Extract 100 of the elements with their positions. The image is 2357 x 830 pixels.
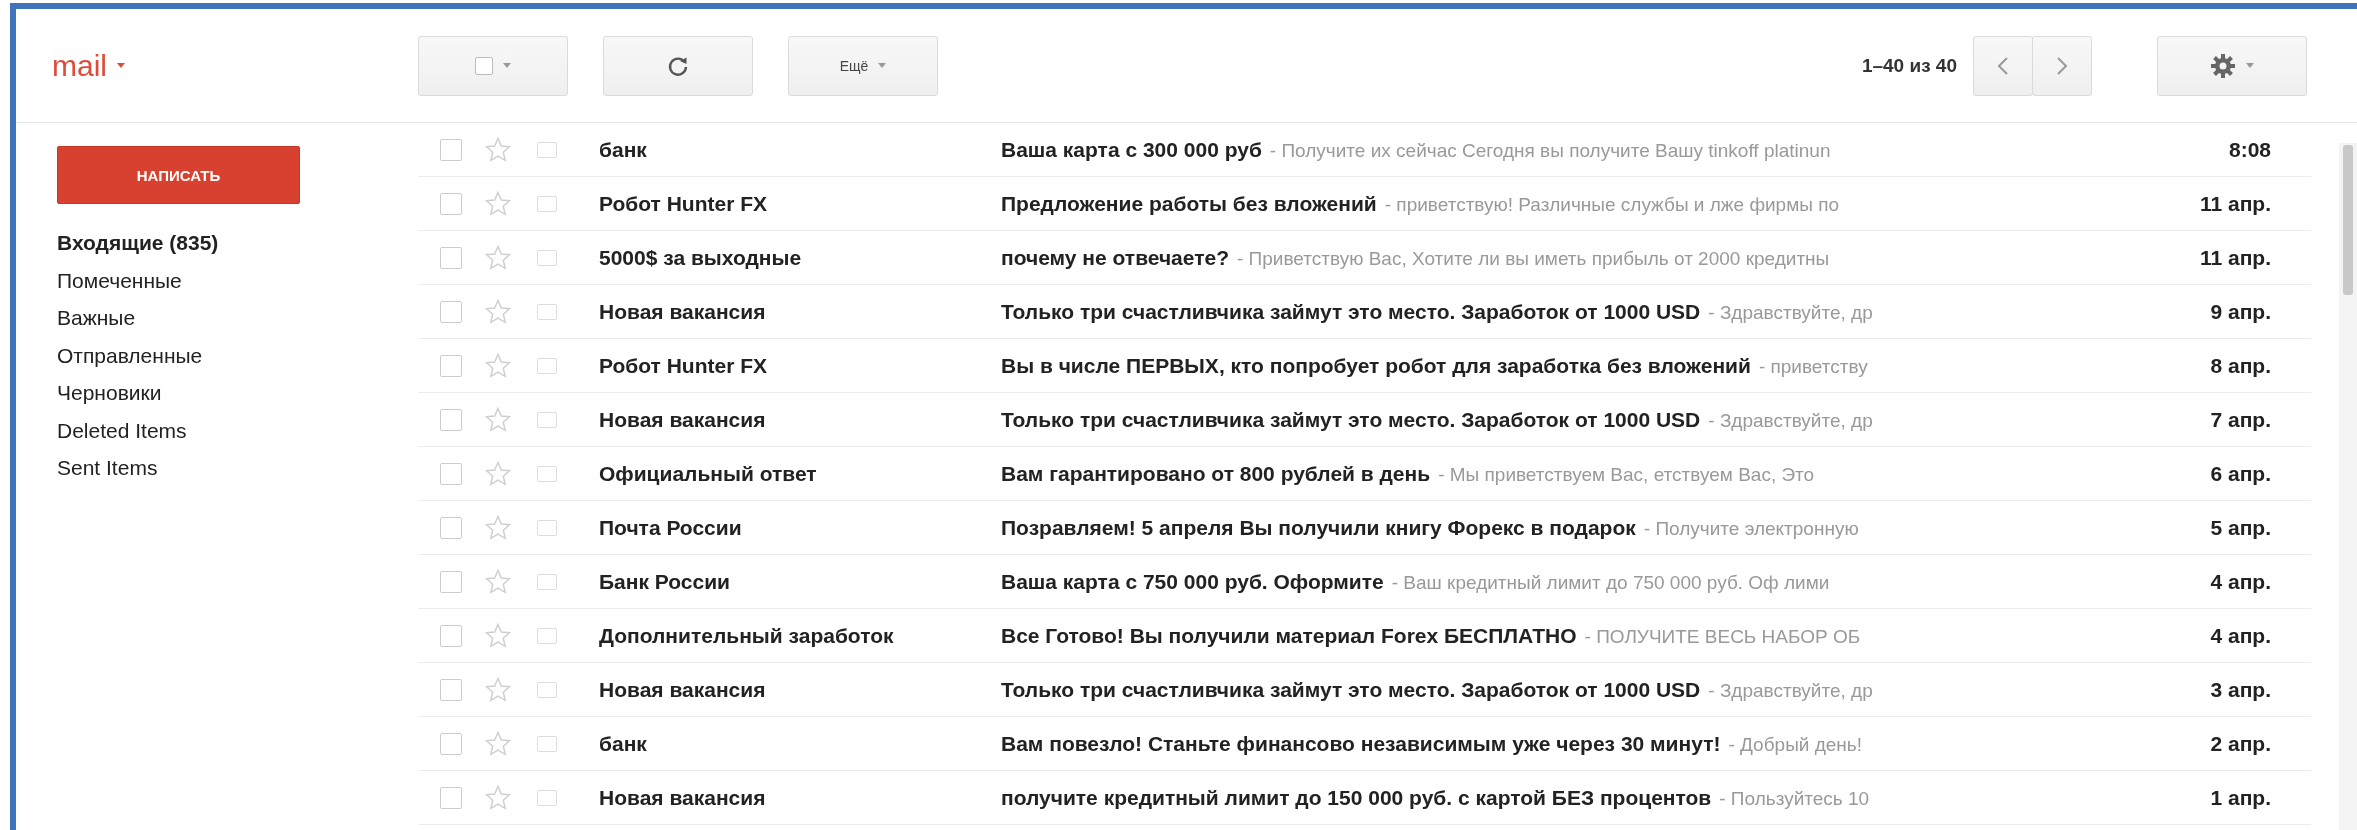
checkbox[interactable] bbox=[440, 246, 462, 269]
folder-link[interactable]: Deleted Items bbox=[57, 411, 418, 449]
folder-link[interactable]: Важные bbox=[57, 299, 418, 337]
star-icon[interactable] bbox=[485, 298, 511, 325]
star-icon[interactable] bbox=[485, 514, 511, 541]
mail-logo[interactable]: mail bbox=[52, 48, 107, 83]
snippet-text: - Пользуйтесь 10 bbox=[1719, 787, 1870, 810]
sender-text: Новая вакансия bbox=[599, 299, 767, 324]
checkbox[interactable] bbox=[440, 462, 462, 485]
snippet-text: - приветствую! Различные службы и лже фирмы по bbox=[1384, 193, 1840, 216]
caret-icon bbox=[2246, 63, 2254, 68]
date-text: 8:08 bbox=[2227, 137, 2271, 162]
label-icon[interactable] bbox=[537, 249, 557, 266]
snippet-text: - ПОЛУЧИТЕ ВЕСЬ НАБОР ОБ bbox=[1584, 625, 1861, 648]
checkbox[interactable] bbox=[440, 516, 462, 539]
checkbox[interactable] bbox=[440, 192, 462, 215]
label-icon[interactable] bbox=[537, 681, 557, 698]
folder-link[interactable]: Входящие (835) bbox=[57, 224, 418, 262]
subject-text: Вам гарантировано от 800 рублей в день bbox=[1001, 461, 1431, 486]
subject-text: Позравляем! 5 апреля Вы получили книгу Форекс в подарок bbox=[1001, 515, 1636, 540]
star-icon[interactable] bbox=[485, 244, 511, 271]
date-text: 7 апр. bbox=[2209, 407, 2271, 432]
sender-text: Официальный ответ bbox=[599, 461, 818, 486]
star-icon[interactable] bbox=[485, 136, 511, 163]
checkbox[interactable] bbox=[440, 732, 462, 755]
checkbox[interactable] bbox=[440, 786, 462, 809]
more-button[interactable]: Ещё bbox=[788, 35, 938, 96]
gear-icon bbox=[2210, 52, 2236, 79]
folder-link[interactable]: Черновики bbox=[57, 374, 418, 412]
settings-button[interactable] bbox=[2157, 35, 2307, 96]
refresh-button[interactable] bbox=[603, 35, 753, 96]
chevron-left-icon bbox=[1997, 55, 2009, 76]
sender-text: Робот Hunter FX bbox=[599, 353, 769, 378]
checkbox[interactable] bbox=[440, 408, 462, 431]
checkbox[interactable] bbox=[440, 300, 462, 323]
date-text: 4 апр. bbox=[2209, 623, 2271, 648]
star-icon[interactable] bbox=[485, 676, 511, 703]
label-icon[interactable] bbox=[537, 303, 557, 320]
folder-link[interactable]: Отправленные bbox=[57, 336, 418, 374]
checkbox[interactable] bbox=[440, 138, 462, 161]
checkbox-icon bbox=[475, 56, 493, 75]
label-icon[interactable] bbox=[537, 411, 557, 428]
label-icon[interactable] bbox=[537, 519, 557, 536]
compose-button[interactable]: НАПИСАТЬ bbox=[57, 146, 300, 204]
label-icon[interactable] bbox=[537, 357, 557, 374]
folder-link[interactable]: Sent Items bbox=[57, 449, 418, 487]
star-icon[interactable] bbox=[485, 568, 511, 595]
subject-text: почему не отвечаете? bbox=[1001, 245, 1229, 270]
date-text: 1 апр. bbox=[2209, 785, 2271, 810]
sender-text: Новая вакансия bbox=[599, 407, 767, 432]
date-text: 9 апр. bbox=[2209, 299, 2271, 324]
scrollbar[interactable] bbox=[2339, 143, 2357, 830]
select-button[interactable] bbox=[418, 35, 568, 96]
date-text: 6 апр. bbox=[2209, 461, 2271, 486]
date-text: 11 апр. bbox=[2198, 191, 2271, 216]
snippet-text: - Получите их сейчас Сегодня вы получите Вашу tinkoff platinun bbox=[1269, 139, 1831, 162]
sender-text: Дополнительный заработок bbox=[599, 623, 895, 648]
snippet-text: - Здравствуйте, др bbox=[1708, 409, 1873, 432]
label-icon[interactable] bbox=[537, 627, 557, 644]
checkbox[interactable] bbox=[440, 570, 462, 593]
date-text: 5 апр. bbox=[2209, 515, 2271, 540]
star-icon[interactable] bbox=[485, 622, 511, 649]
label-icon[interactable] bbox=[537, 141, 557, 158]
label-icon[interactable] bbox=[537, 573, 557, 590]
sender-text: Почта России bbox=[599, 515, 743, 540]
snippet-text: - Здравствуйте, др bbox=[1708, 301, 1873, 324]
label-icon[interactable] bbox=[537, 465, 557, 482]
subject-text: Только три счастливчика займут это место. Заработок от 1000 USD bbox=[1001, 299, 1701, 324]
snippet-text: - Приветствую Вас, Хотите ли вы иметь прибыль от 2000 кредитны bbox=[1237, 247, 1830, 270]
previous-button[interactable] bbox=[1973, 35, 2033, 96]
label-icon[interactable] bbox=[537, 789, 557, 806]
star-icon[interactable] bbox=[485, 730, 511, 757]
star-icon[interactable] bbox=[485, 352, 511, 379]
checkbox[interactable] bbox=[440, 678, 462, 701]
subject-text: Только три счастливчика займут это место. Заработок от 1000 USD bbox=[1001, 407, 1701, 432]
caret-icon bbox=[878, 63, 887, 68]
subject-text: Вы в числе ПЕРВЫХ, кто попробует робот для заработка без вложений bbox=[1001, 353, 1751, 378]
subject-text: Предложение работы без вложений bbox=[1001, 191, 1377, 216]
label-icon[interactable] bbox=[537, 195, 557, 212]
star-icon[interactable] bbox=[485, 190, 511, 217]
star-icon[interactable] bbox=[485, 784, 511, 811]
snippet-text: - Ваш кредитный лимит до 750 000 руб. Оф лими bbox=[1391, 571, 1830, 594]
snippet-text: - Мы приветствуем Вас, етствуем Вас, Это bbox=[1438, 463, 1815, 486]
snippet-text: - Добрый день! bbox=[1728, 733, 1862, 756]
checkbox[interactable] bbox=[440, 624, 462, 647]
caret-icon bbox=[117, 63, 125, 68]
star-icon[interactable] bbox=[485, 406, 511, 433]
date-text: 11 апр. bbox=[2198, 245, 2271, 270]
folder-link[interactable]: Помеченные bbox=[57, 261, 418, 299]
snippet-text: - Здравствуйте, др bbox=[1708, 679, 1873, 702]
subject-text: получите кредитный лимит до 150 000 руб. с картой БЕЗ процентов bbox=[1001, 785, 1712, 810]
label-icon[interactable] bbox=[537, 735, 557, 752]
scrollbar-thumb[interactable] bbox=[2343, 145, 2353, 295]
next-button[interactable] bbox=[2032, 35, 2092, 96]
star-icon[interactable] bbox=[485, 460, 511, 487]
checkbox[interactable] bbox=[440, 354, 462, 377]
sender-text: Новая вакансия bbox=[599, 677, 767, 702]
sender-text: Новая вакансия bbox=[599, 785, 767, 810]
sender-text: банк bbox=[599, 137, 648, 162]
chevron-right-icon bbox=[2056, 55, 2068, 76]
